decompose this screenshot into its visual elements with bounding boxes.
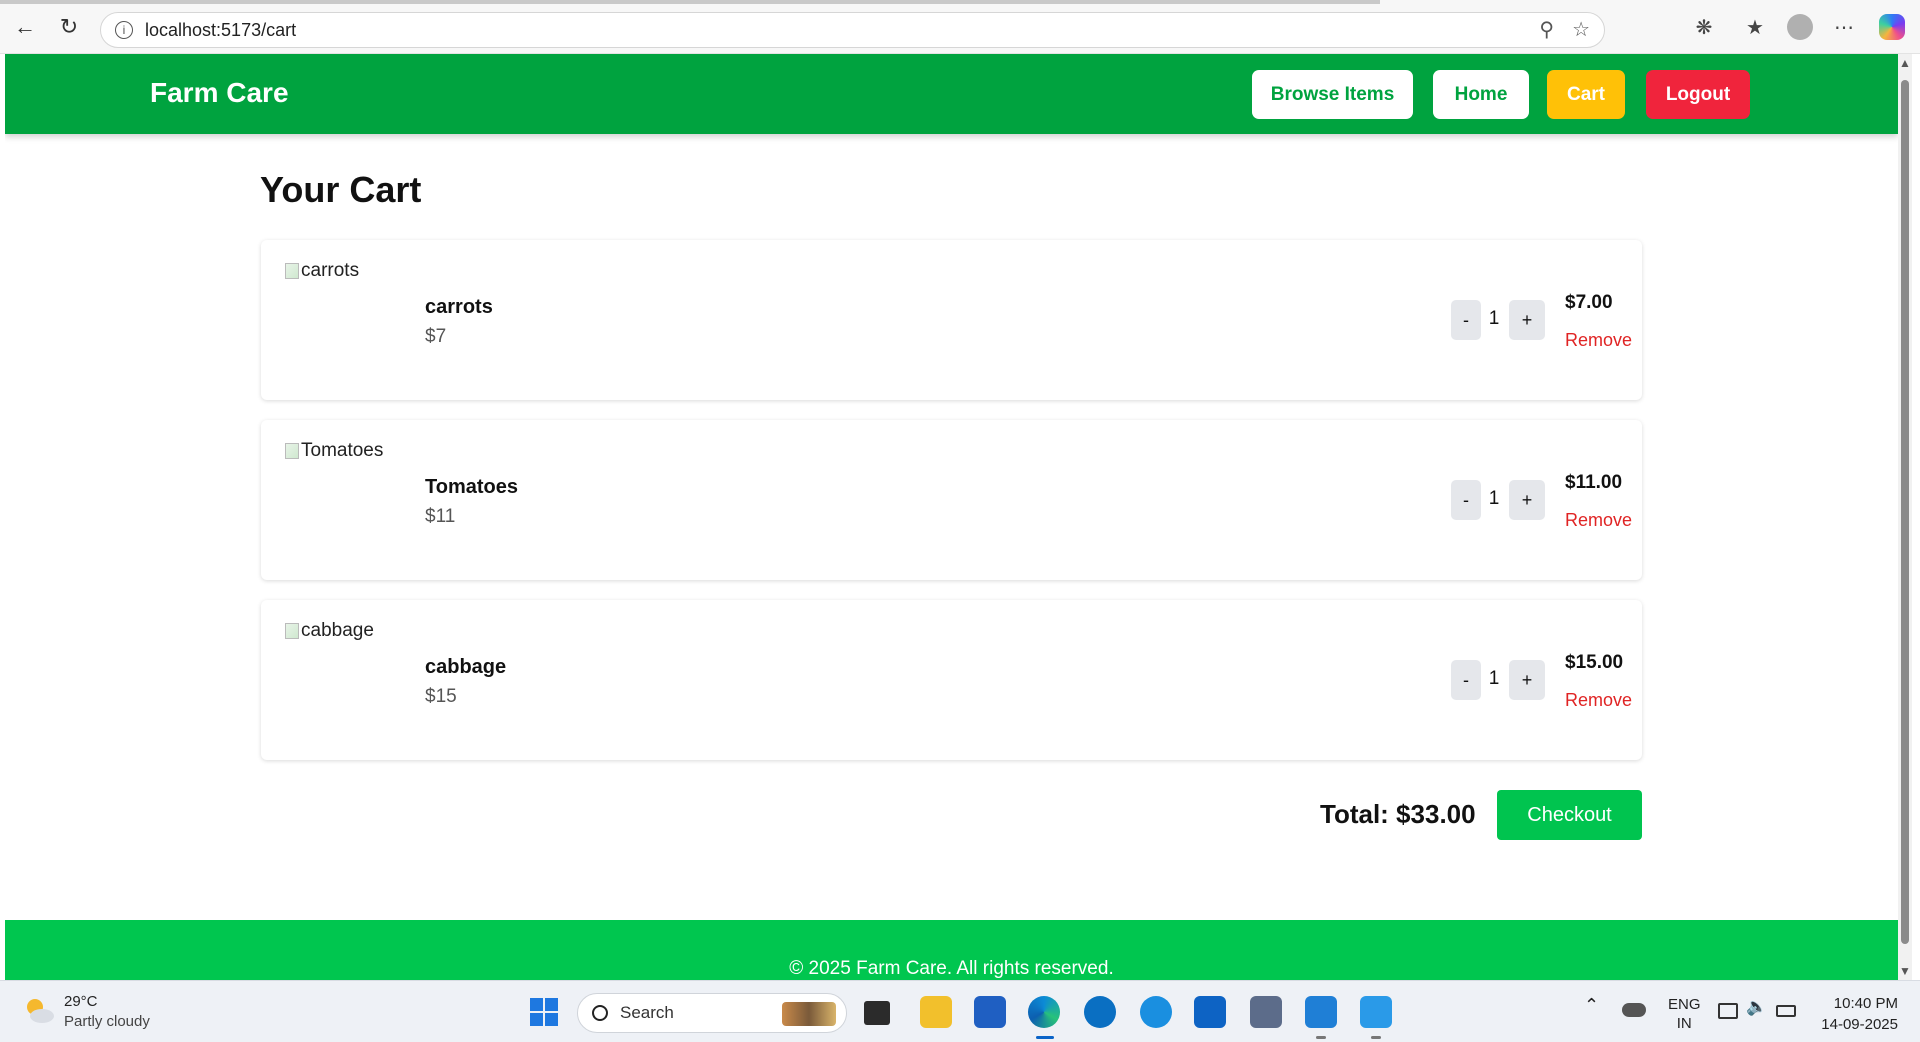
help-icon[interactable] [1140, 996, 1172, 1028]
outlook-icon[interactable] [1194, 996, 1226, 1028]
copilot-icon[interactable] [1876, 12, 1908, 42]
decrease-quantity-button[interactable]: - [1451, 660, 1481, 700]
cart-item: cabbage cabbage $15 - 1 + $15.00 Remove [261, 600, 1642, 760]
paint-active-indicator [1371, 1036, 1381, 1039]
back-icon[interactable]: ← [10, 12, 40, 42]
item-line-total: $11.00 [1565, 472, 1623, 493]
onedrive-icon[interactable] [1622, 1003, 1646, 1017]
footer-copyright: © 2025 Farm Care. All rights reserved. [789, 958, 1114, 979]
partly-cloudy-icon[interactable] [22, 995, 56, 1025]
broken-image-icon [285, 263, 299, 279]
page-load-indicator [0, 0, 1380, 4]
edge-browser-icon[interactable] [1028, 996, 1060, 1028]
brand-logo[interactable]: Farm Care [150, 77, 289, 109]
url-text: localhost:5173/cart [145, 19, 297, 40]
more-menu-icon[interactable]: ⋯ [1828, 12, 1860, 42]
os-taskbar: 29°C Partly cloudy Search ⌃ ENG IN 🔈 10:… [0, 980, 1920, 1042]
remove-item-link[interactable]: Remove [1565, 510, 1632, 531]
clock-time: 10:40 PM [1833, 995, 1898, 1012]
site-header: Farm Care Browse Items Home Cart Logout [5, 54, 1898, 134]
quantity-value: 1 [1488, 308, 1500, 329]
microsoft-store-icon[interactable] [974, 996, 1006, 1028]
increase-quantity-button[interactable]: + [1509, 480, 1545, 520]
region-code: IN [1676, 1015, 1692, 1032]
battery-icon[interactable] [1776, 1005, 1796, 1017]
edge-active-indicator [1036, 1036, 1054, 1039]
increase-quantity-button[interactable]: + [1509, 300, 1545, 340]
quantity-value: 1 [1488, 668, 1500, 689]
browser-toolbar: ← ↻ i localhost:5173/cart ⚲ ☆ ❋ ★ ⋯ [0, 0, 1920, 54]
product-image: cabbage [285, 620, 415, 730]
search-label: Search [620, 1003, 674, 1022]
scroll-down-icon[interactable]: ▼ [1898, 964, 1912, 978]
item-unit-price: $11 [425, 506, 456, 527]
item-line-total: $7.00 [1565, 292, 1613, 313]
page-scrollbar[interactable]: ▲ ▼ [1898, 54, 1912, 980]
file-explorer-icon[interactable] [920, 996, 952, 1028]
product-image: carrots [285, 260, 415, 370]
page-title: Your Cart [260, 169, 422, 210]
cart-total: Total: $33.00 [1320, 799, 1476, 829]
extensions-icon[interactable]: ❋ [1688, 12, 1720, 42]
weather-temperature: 29°C [64, 993, 98, 1010]
browse-items-button[interactable]: Browse Items [1252, 70, 1413, 119]
tray-overflow-icon[interactable]: ⌃ [1584, 995, 1599, 1016]
cart-item: carrots carrots $7 - 1 + $7.00 Remove [261, 240, 1642, 400]
favorites-icon[interactable]: ★ [1739, 12, 1771, 42]
task-view-icon[interactable] [864, 1001, 890, 1025]
decrease-quantity-button[interactable]: - [1451, 300, 1481, 340]
item-unit-price: $7 [425, 326, 447, 347]
site-footer: © 2025 Farm Care. All rights reserved. [5, 920, 1898, 980]
system-clock[interactable]: 10:40 PM 14-09-2025 [1821, 993, 1898, 1035]
site-info-icon[interactable]: i [115, 21, 133, 39]
item-unit-price: $15 [425, 686, 457, 707]
scrollbar-thumb[interactable] [1901, 80, 1909, 944]
weather-description: Partly cloudy [64, 1013, 150, 1030]
increase-quantity-button[interactable]: + [1509, 660, 1545, 700]
remove-item-link[interactable]: Remove [1565, 330, 1632, 351]
address-bar[interactable]: i localhost:5173/cart ⚲ ☆ [100, 12, 1605, 48]
language-indicator[interactable]: ENG IN [1668, 995, 1701, 1033]
remove-item-link[interactable]: Remove [1565, 690, 1632, 711]
clock-date: 14-09-2025 [1821, 1016, 1898, 1033]
network-icon[interactable] [1718, 1003, 1738, 1019]
media-player-icon[interactable] [1250, 996, 1282, 1028]
search-highlight-icon [782, 1002, 836, 1026]
key-icon[interactable]: ⚲ [1539, 17, 1554, 42]
profile-avatar[interactable] [1784, 12, 1816, 42]
decrease-quantity-button[interactable]: - [1451, 480, 1481, 520]
item-name: carrots [425, 296, 493, 318]
hp-icon[interactable] [1084, 996, 1116, 1028]
broken-image-icon [285, 443, 299, 459]
item-line-total: $15.00 [1565, 652, 1624, 673]
logout-button[interactable]: Logout [1646, 70, 1750, 119]
cart-item: Tomatoes Tomatoes $11 - 1 + $11.00 Remov… [261, 420, 1642, 580]
cart-button[interactable]: Cart [1547, 70, 1625, 119]
vscode-active-indicator [1316, 1036, 1326, 1039]
taskbar-search[interactable]: Search [577, 993, 847, 1033]
start-windows-icon[interactable] [528, 996, 560, 1028]
search-icon [592, 1005, 608, 1021]
page-viewport: Farm Care Browse Items Home Cart Logout … [5, 54, 1898, 980]
scroll-up-icon[interactable]: ▲ [1898, 56, 1912, 70]
reload-icon[interactable]: ↻ [54, 12, 84, 42]
language-code: ENG [1668, 996, 1701, 1013]
vscode-icon[interactable] [1305, 996, 1337, 1028]
item-name: Tomatoes [425, 476, 518, 498]
checkout-button[interactable]: Checkout [1497, 790, 1642, 840]
volume-icon[interactable]: 🔈 [1746, 997, 1767, 1017]
item-name: cabbage [425, 656, 507, 678]
product-image: Tomatoes [285, 440, 415, 550]
home-button[interactable]: Home [1433, 70, 1529, 119]
favorite-star-icon[interactable]: ☆ [1572, 17, 1590, 42]
paint-icon[interactable] [1360, 996, 1392, 1028]
quantity-value: 1 [1488, 488, 1500, 509]
broken-image-icon [285, 623, 299, 639]
